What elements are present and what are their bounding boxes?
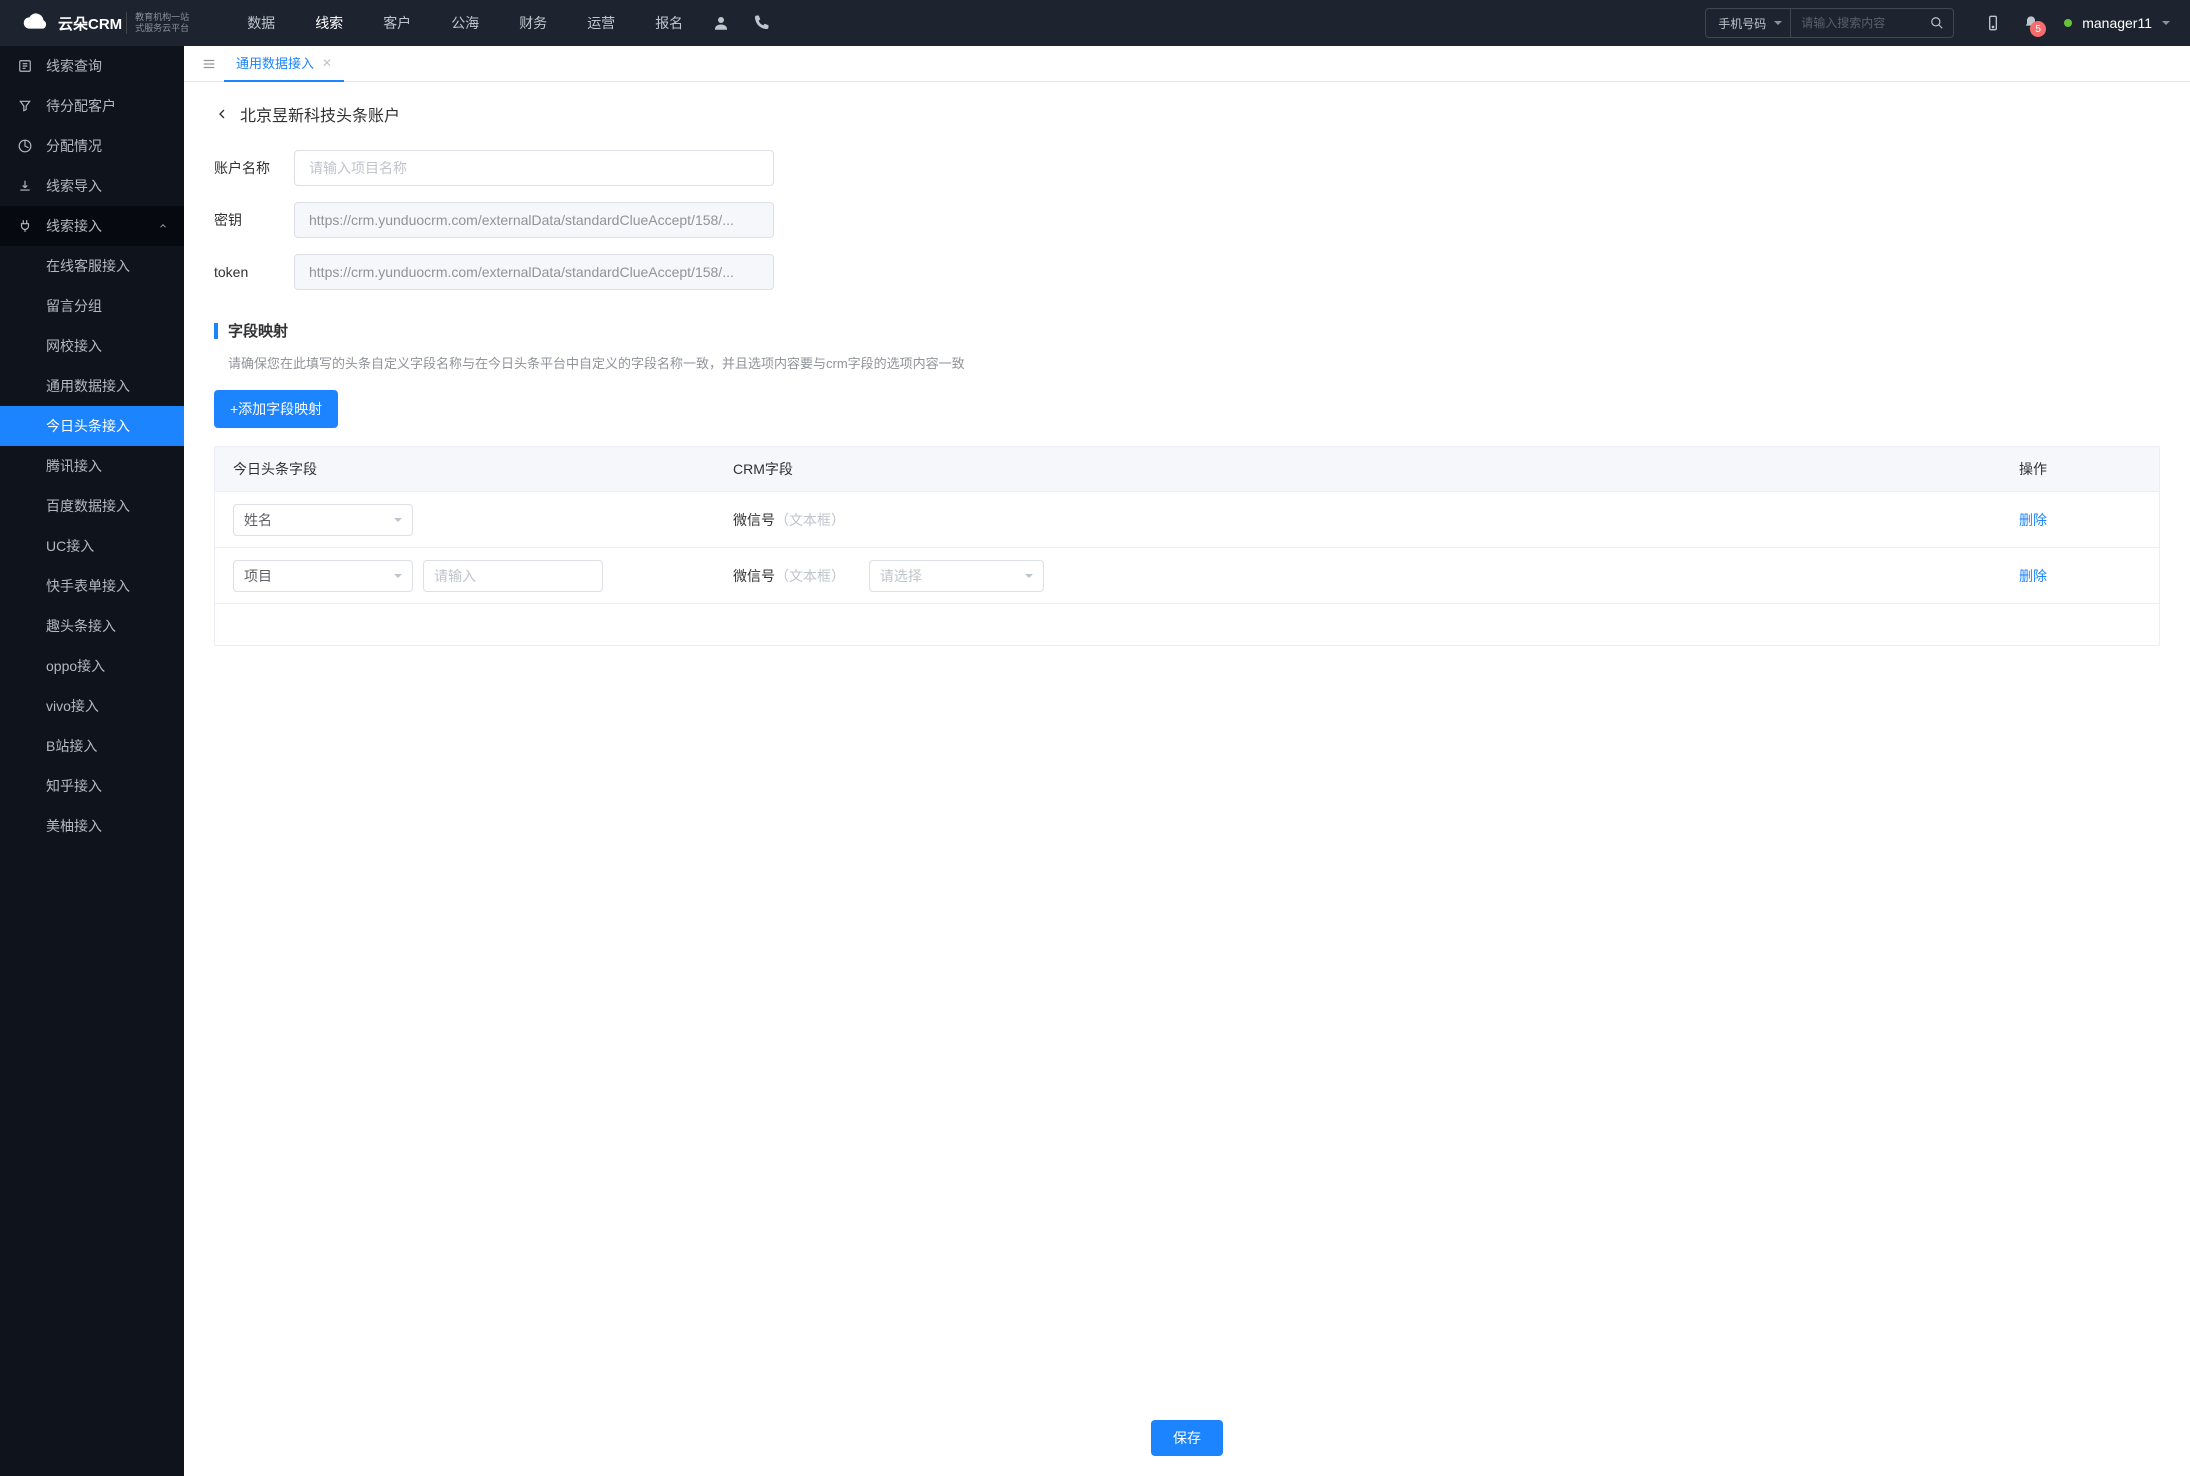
page-title: 北京昱新科技头条账户 [240, 102, 400, 126]
chevron-down-icon [394, 574, 402, 582]
search-bar: 手机号码 [1705, 8, 1954, 38]
sidebar-icon [16, 139, 34, 153]
sidebar-item[interactable]: 待分配客户 [0, 86, 184, 126]
footer: 保存 [184, 1404, 2190, 1476]
chevron-down-icon [2162, 21, 2170, 29]
sidebar-sub-item[interactable]: 腾讯接入 [0, 446, 184, 486]
page-header: 北京昱新科技头条账户 [214, 102, 2160, 126]
nav-item[interactable]: 财务 [501, 0, 565, 46]
extra-input[interactable] [423, 560, 603, 592]
sidebar-sub-item[interactable]: 今日头条接入 [0, 406, 184, 446]
section-header: 字段映射 [214, 320, 2160, 341]
section-bar-icon [214, 323, 218, 339]
tab[interactable]: 通用数据接入✕ [224, 46, 344, 82]
sidebar-item[interactable]: 分配情况 [0, 126, 184, 166]
phone-icon[interactable] [741, 14, 781, 32]
nav-item[interactable]: 运营 [569, 0, 633, 46]
sidebar-item[interactable]: 线索查询 [0, 46, 184, 86]
search-type-select[interactable]: 手机号码 [1706, 9, 1791, 37]
nav-item[interactable]: 数据 [229, 0, 293, 46]
sidebar-sub-item[interactable]: 留言分组 [0, 286, 184, 326]
sidebar-sub-item[interactable]: 知乎接入 [0, 766, 184, 806]
sidebar-item[interactable]: 线索导入 [0, 166, 184, 206]
sidebar-sub-item[interactable]: UC接入 [0, 526, 184, 566]
sidebar-sub-item[interactable]: 通用数据接入 [0, 366, 184, 406]
bell-icon[interactable]: 5 [2012, 15, 2050, 31]
sidebar-icon [16, 99, 34, 113]
sidebar-sub-item[interactable]: 网校接入 [0, 326, 184, 366]
sidebar-icon [16, 59, 34, 73]
tab-bar: 通用数据接入✕ [184, 46, 2190, 82]
crm-field-text: 微信号（文本框） [733, 512, 845, 528]
account-name-input[interactable] [294, 150, 774, 186]
sidebar-sub-item[interactable]: 趣头条接入 [0, 606, 184, 646]
page-content: 北京昱新科技头条账户 账户名称 密钥 token 字段映射 请确保您在此填写的头… [184, 82, 2190, 1404]
delete-link[interactable]: 删除 [2019, 568, 2047, 584]
app-header: 云朵CRM 教育机构一站式服务云平台 数据线索客户公海财务运营报名 手机号码 5… [0, 0, 2190, 46]
status-dot-icon [2064, 19, 2072, 27]
main-content: 通用数据接入✕ 北京昱新科技头条账户 账户名称 密钥 token [184, 46, 2190, 1476]
nav-item[interactable]: 线索 [297, 0, 361, 46]
back-icon[interactable] [214, 106, 230, 122]
crm-field-select[interactable]: 请选择 [869, 560, 1044, 592]
plug-icon [16, 219, 34, 233]
mobile-icon[interactable] [1974, 15, 2012, 31]
logo-text: 云朵CRM [58, 13, 122, 34]
nav-item[interactable]: 公海 [433, 0, 497, 46]
toutiao-field-select[interactable]: 姓名 [233, 504, 413, 536]
search-button[interactable] [1921, 16, 1953, 30]
close-icon[interactable]: ✕ [322, 56, 332, 70]
account-name-label: 账户名称 [214, 158, 294, 178]
section-description: 请确保您在此填写的头条自定义字段名称与在今日头条平台中自定义的字段名称一致，并且… [214, 353, 2160, 372]
table-row: 项目 微信号（文本框） 请选择 删除 [215, 547, 2159, 603]
secret-label: 密钥 [214, 210, 294, 230]
nav-item[interactable]: 客户 [365, 0, 429, 46]
th-crm-field: CRM字段 [715, 459, 2019, 479]
tabs-collapse-icon[interactable] [194, 57, 224, 71]
mapping-table: 今日头条字段 CRM字段 操作 姓名微信号（文本框）删除项目微信号（文本框） 请… [214, 446, 2160, 646]
logo-subtitle: 教育机构一站式服务云平台 [126, 12, 189, 34]
sidebar-sub-item[interactable]: B站接入 [0, 726, 184, 766]
toutiao-field-select[interactable]: 项目 [233, 560, 413, 592]
username: manager11 [2082, 15, 2152, 31]
th-toutiao-field: 今日头条字段 [215, 459, 715, 479]
sidebar-group[interactable]: 线索接入 [0, 206, 184, 246]
token-input[interactable] [294, 254, 774, 290]
user-menu[interactable]: manager11 [2064, 15, 2170, 31]
secret-input[interactable] [294, 202, 774, 238]
table-row: 姓名 微信号（文本框） 删除 [215, 491, 2159, 547]
table-empty-row [215, 603, 2159, 645]
section-title: 字段映射 [228, 320, 288, 341]
nav-item[interactable]: 报名 [637, 0, 701, 46]
sidebar-sub-item[interactable]: 百度数据接入 [0, 486, 184, 526]
main-nav: 数据线索客户公海财务运营报名 [229, 0, 701, 46]
cloud-icon [20, 8, 58, 38]
sidebar-icon [16, 179, 34, 193]
sidebar-sub-item[interactable]: 快手表单接入 [0, 566, 184, 606]
table-header: 今日头条字段 CRM字段 操作 [215, 447, 2159, 491]
crm-field-text: 微信号（文本框） [733, 568, 845, 584]
sidebar-sub-item[interactable]: oppo接入 [0, 646, 184, 686]
sidebar-sub-item[interactable]: vivo接入 [0, 686, 184, 726]
sidebar-sub-item[interactable]: 美柚接入 [0, 806, 184, 846]
delete-link[interactable]: 删除 [2019, 512, 2047, 528]
chevron-up-icon [158, 221, 168, 231]
add-mapping-button[interactable]: +添加字段映射 [214, 390, 338, 428]
search-input[interactable] [1791, 16, 1921, 30]
chevron-down-icon [1025, 574, 1033, 582]
chevron-down-icon [394, 518, 402, 526]
save-button[interactable]: 保存 [1151, 1420, 1223, 1456]
sidebar-sub-item[interactable]: 在线客服接入 [0, 246, 184, 286]
token-label: token [214, 264, 294, 280]
th-action: 操作 [2019, 459, 2159, 479]
logo: 云朵CRM 教育机构一站式服务云平台 [20, 8, 189, 38]
notification-badge: 5 [2030, 21, 2046, 37]
sidebar: 线索查询待分配客户分配情况线索导入线索接入在线客服接入留言分组网校接入通用数据接… [0, 46, 184, 1476]
user-icon[interactable] [701, 14, 741, 32]
